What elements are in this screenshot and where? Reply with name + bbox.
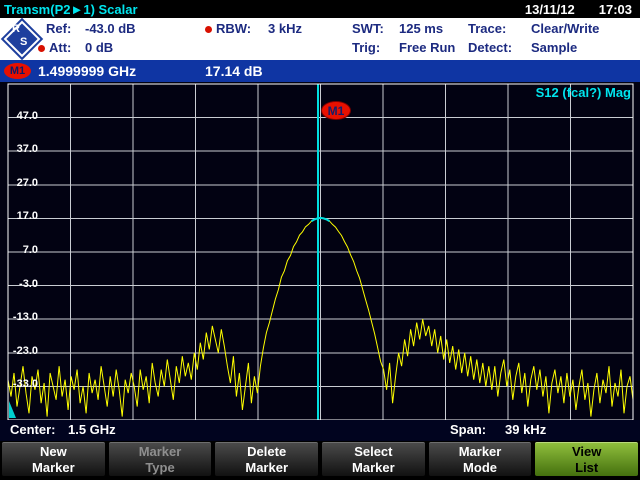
marker-readout-bar: M1 1.4999999 GHz 17.14 dB [0, 60, 640, 82]
ref-value[interactable]: -43.0 dB [85, 21, 136, 36]
att-coupled-dot-icon [38, 45, 45, 52]
ref-label: Ref: [46, 21, 71, 36]
y-tick-label: -23.0 [2, 345, 38, 357]
datetime: 13/11/12 17:03 [525, 2, 632, 17]
chart-svg [0, 82, 640, 420]
att-value[interactable]: 0 dB [85, 40, 113, 55]
trace-chart: 47.0 37.0 27.0 17.0 7.0 -3.0 -13.0 -23.0 -33.0 S… [0, 82, 640, 420]
y-tick-label: 47.0 [2, 110, 38, 122]
detect-value[interactable]: Sample [531, 40, 577, 55]
title-bar: Transm(P2►1) Scalar 13/11/12 17:03 [0, 0, 640, 18]
swt-label: SWT: [352, 21, 384, 36]
rs-logo-letter-r: R [12, 23, 20, 35]
trig-label: Trig: [352, 40, 380, 55]
date-label: 13/11/12 [525, 2, 575, 17]
trace-math-label: S12 (fcal?) Mag [536, 85, 631, 100]
softkey-delete-marker[interactable]: DeleteMarker [215, 442, 318, 476]
trace-fragment-icon [9, 401, 16, 418]
softkey-marker-mode[interactable]: MarkerMode [429, 442, 532, 476]
marker-frequency[interactable]: 1.4999999 GHz [38, 60, 136, 82]
trace-value[interactable]: Clear/Write [531, 21, 599, 36]
marker-flag[interactable]: M1 [321, 101, 351, 120]
y-tick-label: 17.0 [2, 210, 38, 222]
rbw-value[interactable]: 3 kHz [268, 21, 302, 36]
trig-value[interactable]: Free Run [399, 40, 455, 55]
y-tick-label: -13.0 [2, 311, 38, 323]
y-tick-label: 37.0 [2, 143, 38, 155]
settings-band: R S Ref: -43.0 dB RBW: 3 kHz SWT: 125 ms… [0, 18, 640, 60]
span-value[interactable]: 39 kHz [505, 420, 546, 440]
softkey-view-list[interactable]: ViewList [535, 442, 638, 476]
analyzer-screen: Transm(P2►1) Scalar 13/11/12 17:03 R S R… [0, 0, 640, 480]
softkey-marker-type[interactable]: MarkerType [109, 442, 212, 476]
softkey-new-marker[interactable]: NewMarker [2, 442, 105, 476]
y-tick-label: -3.0 [2, 278, 38, 290]
marker-badge: M1 [4, 63, 31, 79]
rbw-coupled-dot-icon [205, 26, 212, 33]
time-label: 17:03 [599, 2, 632, 17]
center-value[interactable]: 1.5 GHz [68, 420, 116, 440]
marker-level: 17.14 dB [205, 60, 263, 82]
rbw-label: RBW: [216, 21, 251, 36]
trace-label: Trace: [468, 21, 506, 36]
y-tick-label: 7.0 [2, 244, 38, 256]
rs-logo: R S [3, 20, 39, 56]
y-tick-label: -33.0 [2, 378, 38, 390]
swt-value[interactable]: 125 ms [399, 21, 443, 36]
center-label: Center: [10, 420, 56, 440]
measurement-title: Transm(P2►1) Scalar [4, 2, 138, 17]
att-label: Att: [49, 40, 71, 55]
frequency-footer: Center: 1.5 GHz Span: 39 kHz [0, 420, 640, 441]
softkey-select-marker[interactable]: SelectMarker [322, 442, 425, 476]
detect-label: Detect: [468, 40, 512, 55]
rs-logo-letter-s: S [20, 36, 27, 48]
softkey-bar: NewMarkerMarkerTypeDeleteMarkerSelectMar… [0, 441, 640, 480]
span-label: Span: [450, 420, 486, 440]
y-tick-label: 27.0 [2, 177, 38, 189]
